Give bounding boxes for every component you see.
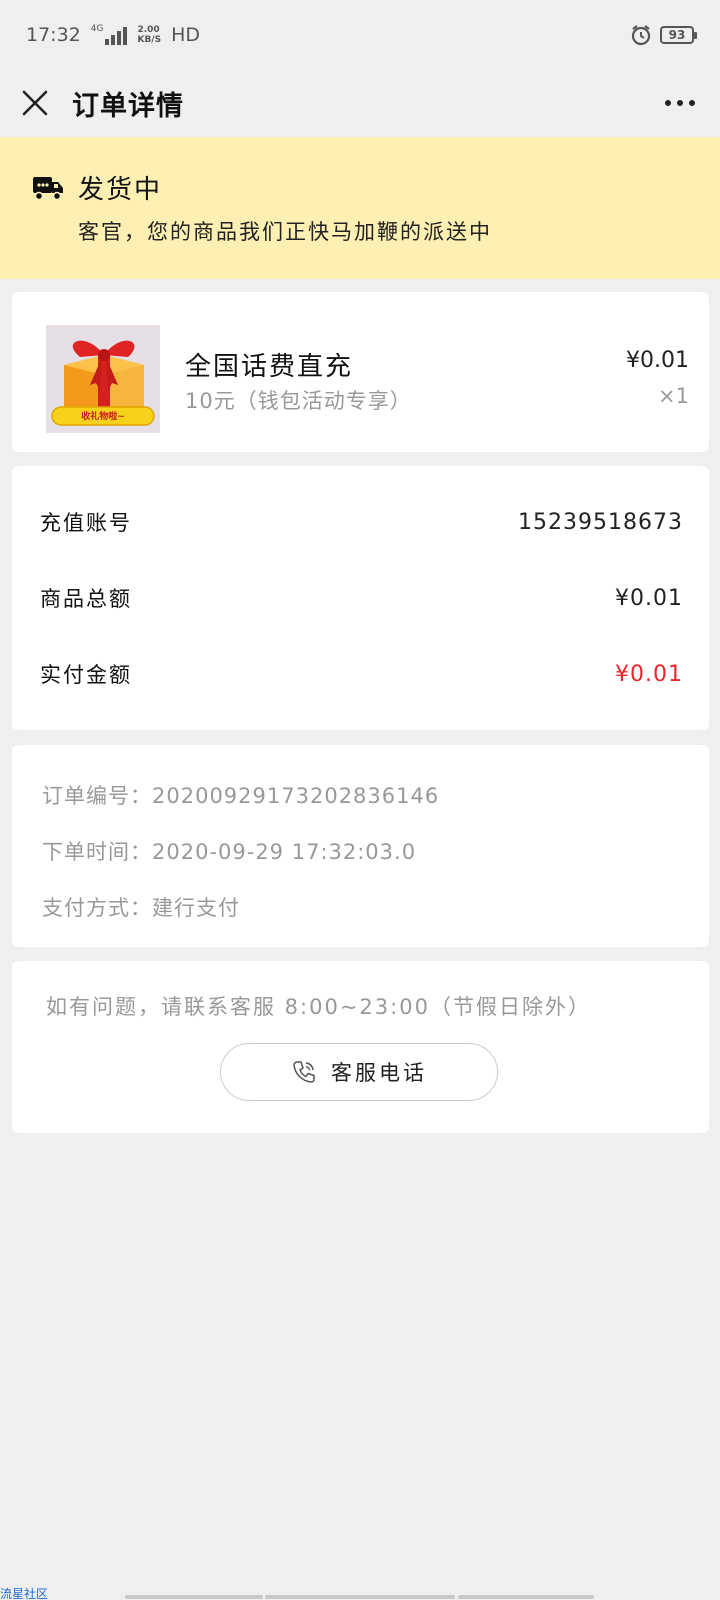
- status-left: 17:32 4G 2.00 KB/S HD: [26, 24, 200, 46]
- shipping-status-title: 发货中: [78, 175, 163, 205]
- signal-bars-icon: [105, 27, 128, 45]
- signal-indicator: 4G: [91, 25, 128, 45]
- status-right: 93: [630, 24, 697, 46]
- more-dot-icon: [665, 100, 671, 106]
- payment-method: 支付方式：建行支付: [42, 896, 240, 920]
- watermark-text: 流星社区: [0, 1587, 49, 1600]
- status-time: 17:32: [26, 24, 81, 46]
- paid-amount-label: 实付金额: [40, 663, 132, 687]
- network-speed-unit: KB/S: [137, 35, 162, 45]
- order-time: 下单时间：2020-09-29 17:32:03.0: [42, 840, 417, 864]
- close-icon: [22, 90, 48, 116]
- goods-total-row: 商品总额 ¥0.01: [40, 560, 683, 636]
- network-type: 4G: [90, 24, 104, 34]
- delivery-truck-icon: [33, 176, 63, 200]
- more-dot-icon: [677, 100, 683, 106]
- hd-indicator: HD: [171, 24, 200, 46]
- recharge-account-label: 充值账号: [40, 511, 132, 535]
- order-number: 订单编号：20200929173202836146: [42, 784, 440, 808]
- phone-icon: [293, 1061, 315, 1083]
- customer-service-hours: 如有问题，请联系客服 8:00~23:00（节假日除外）: [46, 995, 591, 1019]
- banner-title-row: 发货中: [32, 169, 720, 206]
- shipping-status-banner: 发货中 客官，您的商品我们正快马加鞭的派送中: [0, 137, 720, 279]
- close-button[interactable]: [20, 88, 50, 118]
- network-speed-value: 2.00: [137, 25, 160, 35]
- customer-service-phone-button[interactable]: 客服电话: [220, 1043, 498, 1101]
- alarm-icon: [631, 25, 651, 46]
- order-meta-card: 订单编号：20200929173202836146 下单时间：2020-09-2…: [12, 745, 709, 947]
- network-speed: 2.00 KB/S: [137, 25, 161, 45]
- product-image: 收礼物啦~: [46, 325, 160, 433]
- product-quantity: ×1: [658, 384, 689, 408]
- payment-info-card: 充值账号 15239518673 商品总额 ¥0.01 实付金额 ¥0.01: [12, 466, 709, 730]
- home-indicator[interactable]: [265, 1595, 455, 1599]
- customer-service-card: 如有问题，请联系客服 8:00~23:00（节假日除外） 客服电话: [12, 961, 709, 1133]
- page-title: 订单详情: [72, 90, 184, 122]
- status-bar: 17:32 4G 2.00 KB/S HD 93: [0, 0, 720, 70]
- goods-total-value: ¥0.01: [615, 585, 683, 611]
- recharge-account-value: 15239518673: [518, 509, 683, 535]
- home-indicator[interactable]: [125, 1595, 263, 1599]
- battery-icon: 93: [660, 26, 697, 44]
- product-card[interactable]: 收礼物啦~ 全国话费直充 10元（钱包活动专享） ¥0.01 ×1: [12, 292, 709, 452]
- battery-level: 93: [668, 28, 686, 42]
- paid-amount-row: 实付金额 ¥0.01: [40, 636, 683, 712]
- more-options-button[interactable]: [660, 88, 700, 118]
- customer-service-phone-label: 客服电话: [331, 1061, 427, 1085]
- product-spec: 10元（钱包活动专享）: [185, 389, 412, 413]
- nav-bar: 订单详情: [0, 70, 720, 136]
- goods-total-label: 商品总额: [40, 587, 132, 611]
- home-indicator[interactable]: [458, 1595, 594, 1599]
- recharge-account-row: 充值账号 15239518673: [40, 484, 683, 560]
- product-price: ¥0.01: [626, 348, 689, 373]
- more-dot-icon: [689, 100, 695, 106]
- product-image-caption: 收礼物啦~: [81, 412, 125, 422]
- shipping-status-message: 客官，您的商品我们正快马加鞭的派送中: [78, 220, 492, 244]
- paid-amount-value: ¥0.01: [615, 661, 683, 687]
- product-title: 全国话费直充: [185, 352, 354, 382]
